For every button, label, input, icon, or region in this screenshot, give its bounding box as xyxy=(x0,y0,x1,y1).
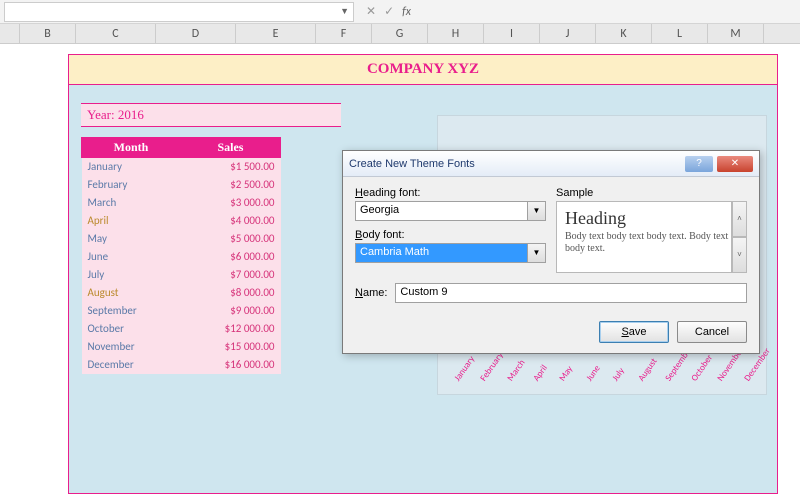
sample-body: Body text body text body text. Body text… xyxy=(565,231,738,255)
body-font-value: Cambria Math xyxy=(356,244,527,262)
chart-axis-labels: January February March April May June Ju… xyxy=(444,377,760,388)
page-title: COMPANY XYZ xyxy=(69,55,777,85)
col-header[interactable]: I xyxy=(484,24,540,43)
table-header-month: Month xyxy=(82,138,181,158)
chevron-down-icon[interactable]: ▼ xyxy=(527,244,545,262)
worksheet[interactable]: COMPANY XYZ Year: 2016 Month Sales Janua… xyxy=(0,44,800,501)
theme-fonts-dialog: Create New Theme Fonts ? ✕ Heading font:… xyxy=(342,150,760,354)
name-label: Name: xyxy=(355,287,387,299)
col-header[interactable]: J xyxy=(540,24,596,43)
sample-preview: Heading Body text body text body text. B… xyxy=(556,201,747,273)
table-row: May$5 000.00 xyxy=(82,230,281,248)
cancel-button[interactable]: Cancel xyxy=(677,321,747,343)
table-row: December$16 000.00 xyxy=(82,356,281,374)
column-headers: B C D E F G H I J K L M xyxy=(0,24,800,44)
heading-font-value: Georgia xyxy=(356,202,527,220)
dialog-title: Create New Theme Fonts xyxy=(349,158,475,170)
table-header-sales: Sales xyxy=(180,138,280,158)
col-header[interactable]: G xyxy=(372,24,428,43)
col-header[interactable]: C xyxy=(76,24,156,43)
cancel-formula-icon[interactable]: ✕ xyxy=(366,4,376,19)
sales-table: Month Sales January$1 500.00 February$2 … xyxy=(81,137,281,374)
table-row: November$15 000.00 xyxy=(82,338,281,356)
table-row: October$12 000.00 xyxy=(82,320,281,338)
table-row: June$6 000.00 xyxy=(82,248,281,266)
table-row: August$8 000.00 xyxy=(82,284,281,302)
help-icon[interactable]: ? xyxy=(685,156,713,172)
body-font-label: Body font: xyxy=(355,229,546,241)
body-font-combo[interactable]: Cambria Math ▼ xyxy=(355,243,546,263)
col-header[interactable]: F xyxy=(316,24,372,43)
col-header[interactable]: M xyxy=(708,24,764,43)
sample-label: Sample xyxy=(556,187,747,199)
formula-bar: ▼ ✕ ✓ fx xyxy=(0,0,800,24)
table-row: September$9 000.00 xyxy=(82,302,281,320)
chevron-down-icon[interactable]: ▼ xyxy=(527,202,545,220)
col-header[interactable]: H xyxy=(428,24,484,43)
heading-font-combo[interactable]: Georgia ▼ xyxy=(355,201,546,221)
close-icon[interactable]: ✕ xyxy=(717,156,753,172)
table-row: February$2 500.00 xyxy=(82,176,281,194)
enter-formula-icon[interactable]: ✓ xyxy=(384,4,394,19)
col-header[interactable]: B xyxy=(20,24,76,43)
table-row: April$4 000.00 xyxy=(82,212,281,230)
theme-name-input[interactable]: Custom 9 xyxy=(395,283,747,303)
heading-font-label: Heading font: xyxy=(355,187,546,199)
col-header[interactable]: L xyxy=(652,24,708,43)
table-row: March$3 000.00 xyxy=(82,194,281,212)
year-label: Year: 2016 xyxy=(81,103,341,127)
col-header[interactable]: K xyxy=(596,24,652,43)
dialog-titlebar[interactable]: Create New Theme Fonts ? ✕ xyxy=(343,151,759,177)
save-button[interactable]: Save xyxy=(599,321,669,343)
col-header[interactable]: E xyxy=(236,24,316,43)
table-row: July$7 000.00 xyxy=(82,266,281,284)
chevron-down-icon: ▼ xyxy=(340,6,349,17)
col-header[interactable]: D xyxy=(156,24,236,43)
table-row: January$1 500.00 xyxy=(82,158,281,177)
sample-heading: Heading xyxy=(565,208,738,229)
name-box[interactable]: ▼ xyxy=(4,2,354,22)
spin-down-icon[interactable]: ˅ xyxy=(732,237,747,273)
spin-up-icon[interactable]: ˄ xyxy=(732,201,747,237)
fx-icon[interactable]: fx xyxy=(402,5,411,19)
